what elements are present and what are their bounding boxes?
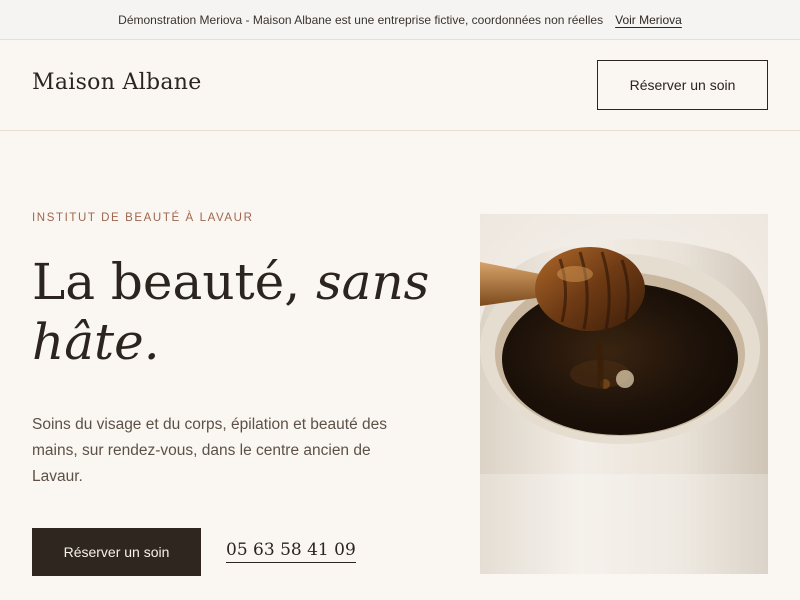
- hero-headline: La beauté, sans hâte.: [32, 252, 432, 372]
- headline-italic-1: sans: [316, 253, 430, 311]
- site-header: Maison Albane Réserver un soin: [0, 40, 800, 131]
- header-book-button[interactable]: Réserver un soin: [597, 60, 768, 110]
- hero-eyebrow: INSTITUT DE BEAUTÉ À LAVAUR: [32, 212, 254, 224]
- demo-notice: Démonstration Meriova - Maison Albane es…: [118, 12, 604, 27]
- brand-logo[interactable]: Maison Albane: [32, 70, 202, 95]
- meriova-link[interactable]: Voir Meriova: [615, 13, 682, 27]
- demo-banner: Démonstration Meriova - Maison Albane es…: [0, 0, 800, 40]
- headline-regular: La beauté,: [32, 253, 301, 311]
- headline-italic-2: hâte.: [32, 313, 160, 371]
- hero-book-button[interactable]: Réserver un soin: [32, 528, 201, 576]
- hero-lead: Soins du visage et du corps, épilation e…: [32, 416, 388, 485]
- hero-image: [480, 214, 768, 574]
- honey-pot-illustration: [480, 214, 768, 574]
- phone-link[interactable]: 05 63 58 41 09: [226, 540, 356, 563]
